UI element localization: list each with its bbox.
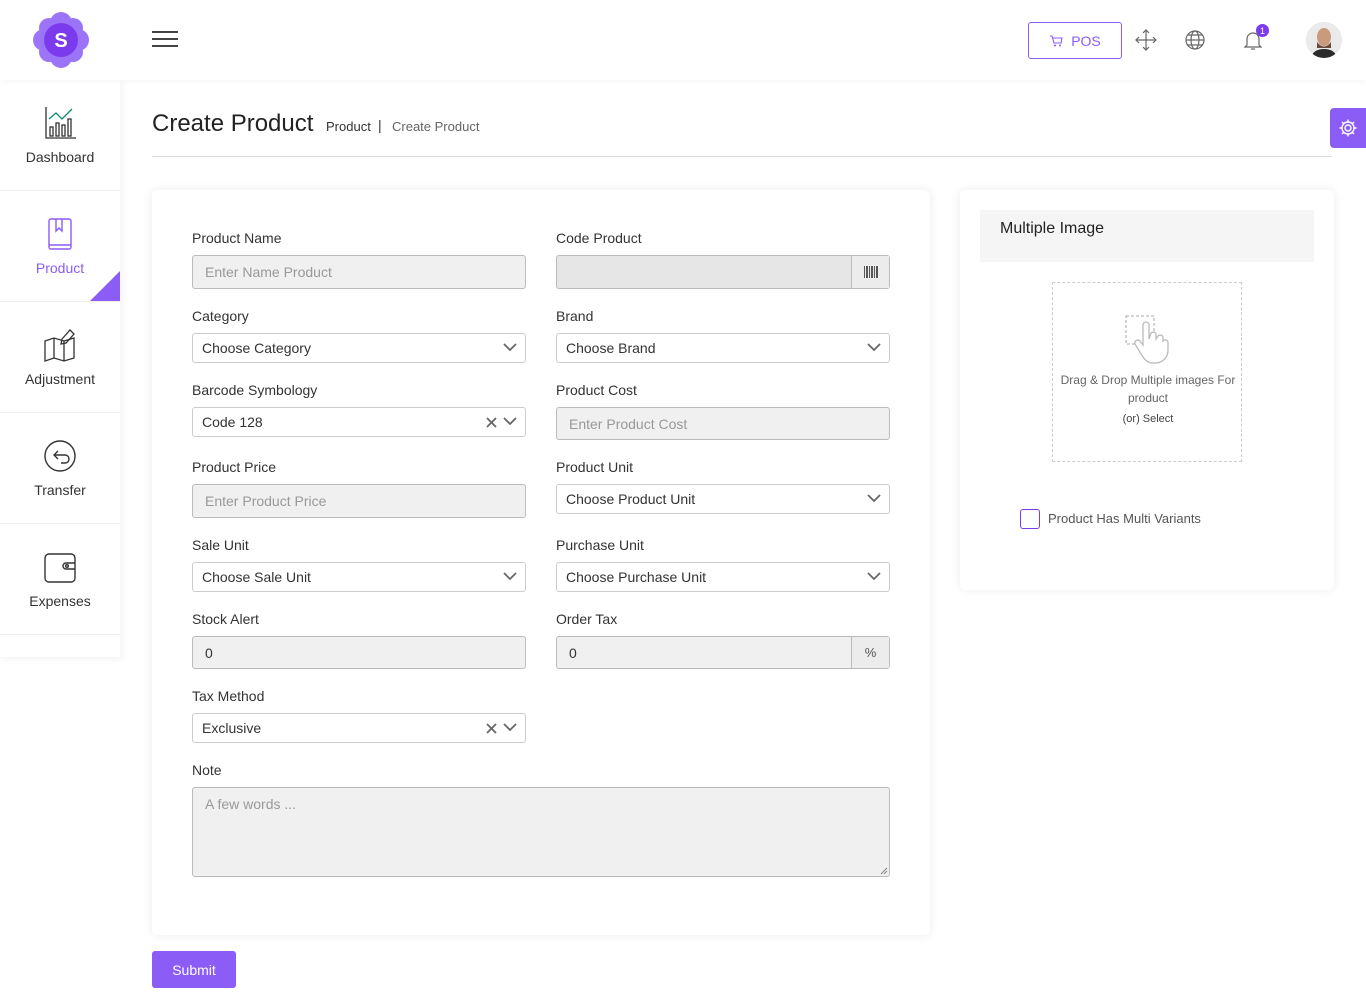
product-cost-input[interactable]: Enter Product Cost — [556, 407, 890, 440]
multiple-image-title: Multiple Image — [980, 210, 1314, 262]
brand-value: Choose Brand — [566, 340, 656, 356]
page-title: Create Product — [152, 110, 314, 137]
pos-button[interactable]: POS — [1028, 22, 1122, 59]
tax-method-value: Exclusive — [202, 720, 262, 736]
menu-toggle-button[interactable] — [152, 31, 178, 49]
order-tax-label: Order Tax — [556, 611, 618, 627]
category-select[interactable]: Choose Category — [192, 333, 526, 363]
sidebar-item-label: Dashboard — [25, 149, 95, 165]
product-name-input[interactable]: Enter Name Product — [192, 255, 526, 289]
chevron-down-icon — [867, 494, 881, 503]
fullscreen-move-icon[interactable] — [1134, 28, 1158, 52]
stock-alert-label: Stock Alert — [192, 611, 259, 627]
brand-label: Brand — [556, 308, 594, 324]
menu-bar — [152, 38, 178, 40]
barcode-icon — [863, 266, 878, 278]
dropzone-select-link[interactable]: (or) Select — [1053, 413, 1243, 425]
theme-settings-button[interactable] — [1330, 108, 1366, 148]
book-icon — [48, 218, 72, 250]
sidebar: Dashboard Product Adjustment Transfer Ex… — [0, 80, 120, 657]
cart-icon — [1050, 34, 1063, 46]
wallet-icon — [44, 553, 76, 583]
multiple-image-card: Multiple Image Drag & Drop Multiple imag… — [960, 190, 1334, 590]
purchase-unit-value: Choose Purchase Unit — [566, 569, 707, 585]
order-tax-input[interactable]: 0 % — [556, 636, 890, 669]
code-product-input[interactable] — [556, 255, 890, 289]
percent-addon: % — [851, 637, 889, 668]
sale-unit-value: Choose Sale Unit — [202, 569, 311, 585]
tax-method-label: Tax Method — [192, 688, 265, 704]
sale-unit-label: Sale Unit — [192, 537, 249, 553]
sidebar-item-product[interactable]: Product — [0, 191, 120, 302]
dropzone-text: Drag & Drop Multiple images For product — [1060, 373, 1236, 405]
sidebar-item-expenses[interactable]: Expenses — [0, 524, 120, 635]
top-bar: S POS 1 — [0, 0, 1366, 80]
note-placeholder: A few words ... — [205, 796, 297, 812]
app-logo[interactable]: S — [32, 11, 90, 69]
menu-bar — [152, 31, 178, 33]
category-value: Choose Category — [202, 340, 311, 356]
product-form-card: Product Name Enter Name Product Code Pro… — [152, 190, 930, 935]
chevron-down-icon — [503, 723, 517, 732]
image-dropzone[interactable]: Drag & Drop Multiple images For product … — [1052, 282, 1242, 462]
product-price-input[interactable]: Enter Product Price — [192, 484, 526, 518]
tax-method-select[interactable]: Exclusive — [192, 713, 526, 743]
bar-chart-icon — [45, 107, 76, 139]
clear-icon[interactable] — [486, 417, 497, 428]
product-unit-select[interactable]: Choose Product Unit — [556, 484, 890, 514]
submit-button[interactable]: Submit — [152, 951, 236, 988]
notification-badge: 1 — [1256, 24, 1269, 37]
chevron-down-icon — [503, 343, 517, 352]
generate-barcode-button[interactable] — [851, 256, 889, 288]
brand-select[interactable]: Choose Brand — [556, 333, 890, 363]
multi-variants-label[interactable]: Product Has Multi Variants — [1048, 511, 1201, 526]
sidebar-item-label: Product — [35, 260, 85, 276]
drag-hand-icon — [1125, 315, 1169, 364]
product-cost-label: Product Cost — [556, 382, 637, 398]
breadcrumb-current: Create Product — [392, 119, 480, 134]
breadcrumb-separator: | — [378, 117, 382, 133]
pos-label: POS — [1071, 32, 1101, 49]
clear-icon[interactable] — [486, 723, 497, 734]
order-tax-value: 0 — [569, 644, 577, 661]
barcode-symbology-select[interactable]: Code 128 — [192, 407, 526, 437]
product-name-label: Product Name — [192, 230, 282, 246]
chevron-down-icon — [867, 572, 881, 581]
chevron-down-icon — [503, 417, 517, 426]
transfer-icon — [44, 440, 76, 472]
map-edit-icon — [44, 329, 75, 362]
barcode-symbology-label: Barcode Symbology — [192, 382, 318, 398]
sidebar-item-transfer[interactable]: Transfer — [0, 413, 120, 524]
breadcrumb-item[interactable]: Product — [326, 119, 371, 134]
sidebar-item-label: Expenses — [29, 593, 91, 609]
category-label: Category — [192, 308, 249, 324]
chevron-down-icon — [867, 343, 881, 352]
product-unit-value: Choose Product Unit — [566, 491, 696, 507]
sidebar-item-adjustment[interactable]: Adjustment — [0, 302, 120, 413]
note-label: Note — [192, 762, 222, 778]
multi-variants-checkbox[interactable] — [1020, 509, 1040, 529]
chevron-down-icon — [503, 572, 517, 581]
user-avatar[interactable] — [1306, 22, 1342, 58]
barcode-symbology-value: Code 128 — [202, 414, 263, 430]
code-product-label: Code Product — [556, 230, 642, 246]
product-price-label: Product Price — [192, 459, 277, 475]
purchase-unit-label: Purchase Unit — [556, 537, 644, 553]
sidebar-item-dashboard[interactable]: Dashboard — [0, 80, 120, 191]
svg-text:S: S — [54, 30, 67, 52]
menu-bar — [152, 45, 178, 47]
sidebar-item-label: Adjustment — [24, 371, 96, 387]
stock-alert-input[interactable]: 0 — [192, 636, 526, 669]
sale-unit-select[interactable]: Choose Sale Unit — [192, 562, 526, 592]
header-divider — [152, 156, 1332, 157]
purchase-unit-select[interactable]: Choose Purchase Unit — [556, 562, 890, 592]
sidebar-item-label: Transfer — [34, 482, 86, 498]
resize-handle-icon[interactable] — [880, 867, 888, 875]
product-unit-label: Product Unit — [556, 459, 634, 475]
gear-icon — [1339, 119, 1357, 137]
globe-icon[interactable] — [1183, 28, 1207, 52]
note-textarea[interactable]: A few words ... — [192, 787, 890, 877]
